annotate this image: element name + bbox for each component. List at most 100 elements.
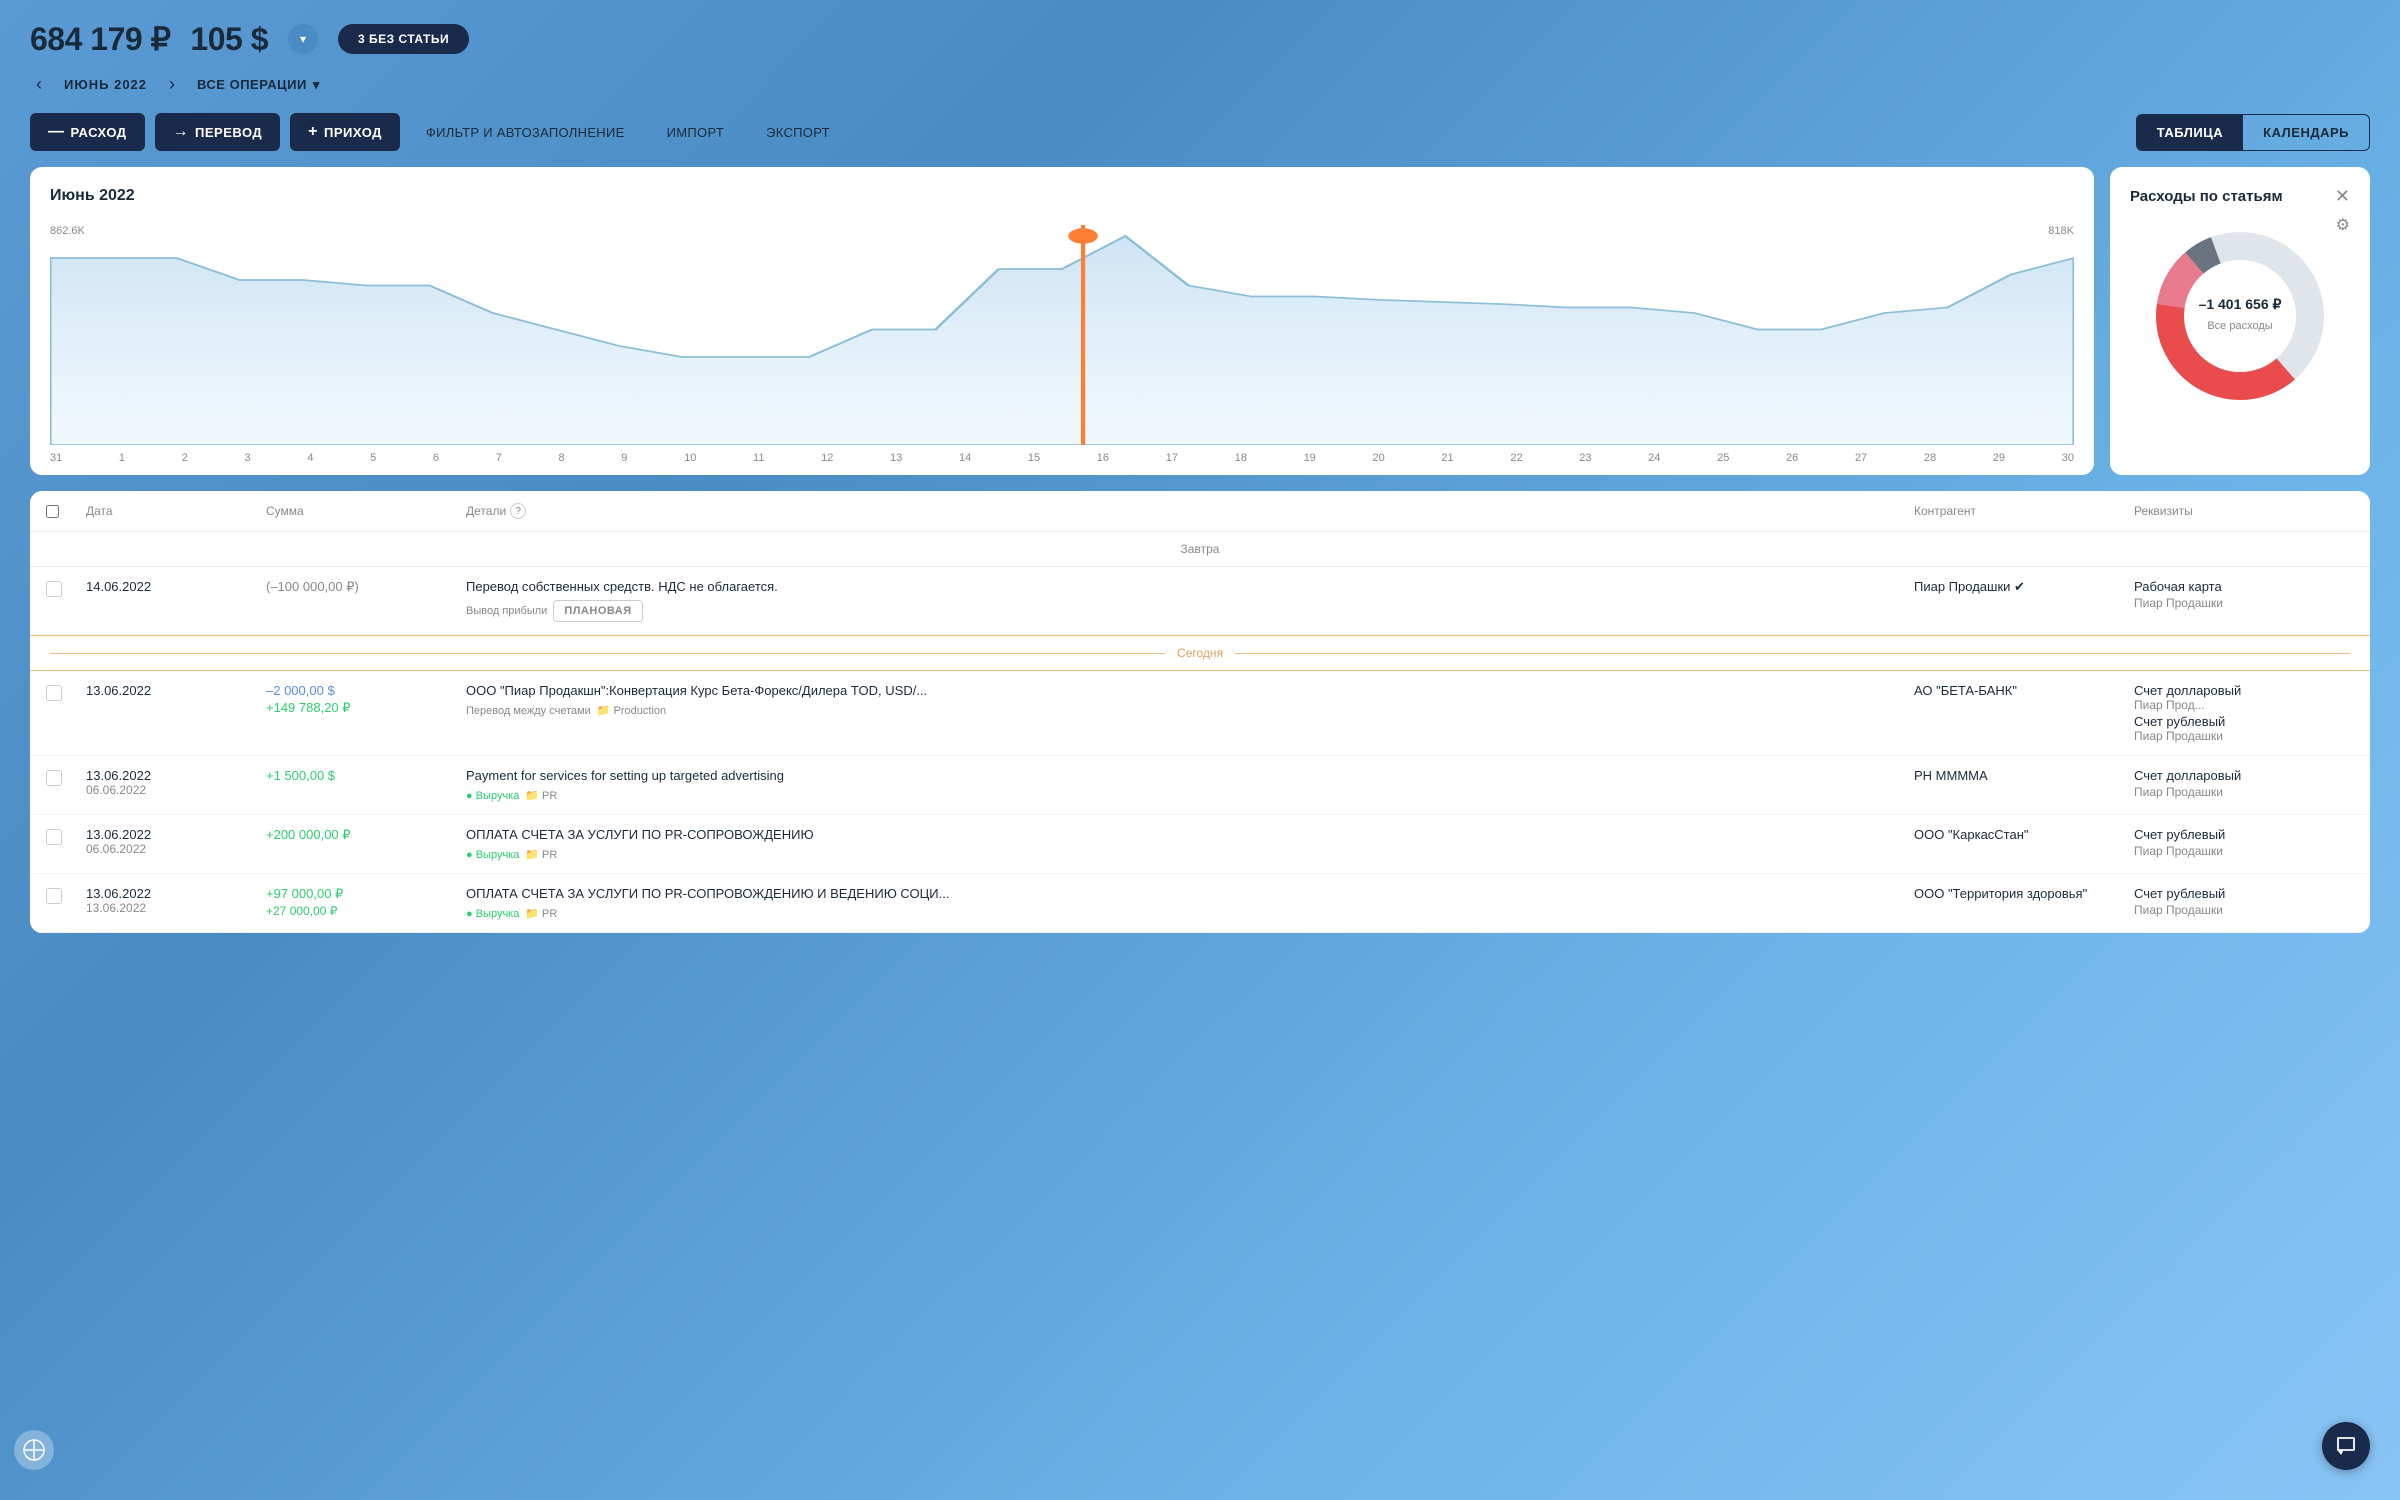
donut-panel: Расходы по статьям ✕ ⚙ –1 401 656 ₽ Все … [2110,167,2370,475]
chart-title: Июнь 2022 [50,187,2074,205]
donut-title: Расходы по статьям [2130,188,2283,205]
balance-usd: 105 $ [190,21,268,58]
row-date: 13.06.2022 13.06.2022 [86,886,266,915]
balance-dropdown-btn[interactable]: ▾ [288,24,318,54]
table-row: 13.06.2022 13.06.2022 +97 000,00 ₽ +27 0… [30,874,2370,933]
header-counterparty: Контрагент [1914,503,2134,519]
header-date: Дата [86,503,266,519]
row-checkbox[interactable] [46,886,86,904]
header-top: 684 179 ₽ 105 $ ▾ 3 БЕЗ СТАТЬИ [30,20,2370,58]
row-amount: +97 000,00 ₽ +27 000,00 ₽ [266,886,466,918]
row-amount: +1 500,00 $ [266,768,466,783]
folder-icon: 📁 [525,789,539,802]
prev-month-btn[interactable]: ‹ [30,72,48,97]
header-checkbox[interactable] [46,503,86,519]
chart-x-labels: 31 1 2 3 4 5 6 7 8 9 10 11 12 13 14 15 1… [50,448,2074,468]
row-amount: –2 000,00 $ +149 788,20 ₽ [266,683,466,716]
toolbar: — РАСХОД → ПЕРЕВОД + ПРИХОД ФИЛЬТР И АВТ… [30,113,2370,151]
today-separator: Сегодня [30,635,2370,671]
row-requisites: Счет рублевый Пиар Продашки [2134,827,2354,858]
svg-text:–1 401 656 ₽: –1 401 656 ₽ [2199,296,2282,312]
row-amount: +200 000,00 ₽ [266,827,466,843]
row-counterparty: АО "БЕТА-БАНК" [1914,683,2134,698]
chart-y-left: 862.6K [50,225,85,237]
arrow-right-icon: → [173,123,190,141]
donut-close-btn[interactable]: ✕ [2335,187,2350,205]
chart-svg [50,225,2074,445]
row-details: ООО "Пиар Продакшн":Конвертация Курс Бет… [466,683,1914,717]
row-checkbox[interactable] [46,683,86,701]
transfer-button[interactable]: → ПЕРЕВОД [155,113,281,151]
table-row: 14.06.2022 (–100 000,00 ₽) Перевод собст… [30,567,2370,635]
expense-button[interactable]: — РАСХОД [30,113,145,151]
folder-icon: 📁 [525,848,539,861]
grid-icon [23,1439,45,1461]
row-requisites: Счет рублевый Пиар Продашки [2134,886,2354,917]
donut-header: Расходы по статьям ✕ [2130,187,2350,205]
row-counterparty: ООО "КаркасСтан" [1914,827,2134,842]
plus-icon: + [308,123,318,141]
table-row: 13.06.2022 06.06.2022 +1 500,00 $ Paymen… [30,756,2370,815]
row-details: Перевод собственных средств. НДС не обла… [466,579,1914,622]
chart-panel: Июнь 2022 862.6K 818K 31 [30,167,2094,475]
donut-gear-btn[interactable]: ⚙ [2336,215,2350,235]
view-toggle: ТАБЛИЦА КАЛЕНДАРЬ [2136,114,2370,151]
row-checkbox[interactable] [46,768,86,786]
table-row: 13.06.2022 –2 000,00 $ +149 788,20 ₽ ООО… [30,671,2370,756]
section-tomorrow: Завтра [30,532,2370,567]
donut-chart: –1 401 656 ₽ Все расходы [2145,221,2335,411]
table-header: Дата Сумма Детали ? Контрагент Реквизиты [30,491,2370,532]
details-info-icon[interactable]: ? [510,503,526,519]
folder-icon: 📁 [525,907,539,920]
row-amount: (–100 000,00 ₽) [266,579,466,595]
header-nav: ‹ ИЮНЬ 2022 › ВСЕ ОПЕРАЦИИ ▾ [30,72,2370,97]
row-counterparty: ООО "Территория здоровья" [1914,886,2134,901]
row-details: Payment for services for setting up targ… [466,768,1914,802]
folder-tag: 📁 Production [597,704,666,717]
row-date: 13.06.2022 06.06.2022 [86,827,266,856]
all-ops-btn[interactable]: ВСЕ ОПЕРАЦИИ ▾ [197,77,320,93]
row-date: 13.06.2022 [86,683,266,698]
minus-icon: — [48,123,65,141]
header-details: Детали ? [466,503,1914,519]
row-requisites: Счет долларовый Пиар Продашки [2134,768,2354,799]
month-label: ИЮНЬ 2022 [64,77,147,92]
row-details: ОПЛАТА СЧЕТА ЗА УСЛУГИ ПО PR-СОПРОВОЖДЕН… [466,827,1914,861]
folder-tag: 📁 PR [525,789,557,802]
header-amount: Сумма [266,503,466,519]
donut-wrapper: –1 401 656 ₽ Все расходы [2130,221,2350,411]
row-requisites: Рабочая карта Пиар Продашки [2134,579,2354,610]
calendar-view-btn[interactable]: КАЛЕНДАРЬ [2243,115,2369,150]
chat-icon [2334,1434,2358,1458]
row-requisites: Счет долларовый Пиар Прод... Счет рублев… [2134,683,2354,743]
row-date: 14.06.2022 [86,579,266,594]
table-view-btn[interactable]: ТАБЛИЦА [2137,115,2243,150]
header-requisites: Реквизиты [2134,503,2354,519]
folder-tag: 📁 PR [525,848,557,861]
planned-badge: ПЛАНОВАЯ [553,600,642,622]
chevron-down-icon: ▾ [313,77,320,93]
next-month-btn[interactable]: › [163,72,181,97]
row-checkbox[interactable] [46,579,86,597]
income-button[interactable]: + ПРИХОД [290,113,400,151]
chart-y-right: 818K [2048,225,2074,237]
row-details: ОПЛАТА СЧЕТА ЗА УСЛУГИ ПО PR-СОПРОВОЖДЕН… [466,886,1914,920]
folder-tag: 📁 PR [525,907,557,920]
balance-rub: 684 179 ₽ [30,20,170,58]
no-article-button[interactable]: 3 БЕЗ СТАТЬИ [338,24,469,54]
row-counterparty: РН ММММА [1914,768,2134,783]
chat-button[interactable] [2322,1422,2370,1470]
import-button[interactable]: ИМПОРТ [651,115,740,150]
svg-text:Все расходы: Все расходы [2207,320,2272,332]
table-row: 13.06.2022 06.06.2022 +200 000,00 ₽ ОПЛА… [30,815,2370,874]
export-button[interactable]: ЭКСПОРТ [750,115,846,150]
sidebar-icon-btn[interactable] [14,1430,54,1470]
filter-button[interactable]: ФИЛЬТР И АВТОЗАПОЛНЕНИЕ [410,115,641,150]
folder-icon: 📁 [597,704,611,717]
table-panel: Дата Сумма Детали ? Контрагент Реквизиты… [30,491,2370,933]
row-checkbox[interactable] [46,827,86,845]
main-content: Июнь 2022 862.6K 818K 31 [30,167,2370,475]
row-counterparty: Пиар Продашки ✔ [1914,579,2134,595]
chart-container: 862.6K 818K 31 1 2 [50,215,2074,455]
row-date: 13.06.2022 06.06.2022 [86,768,266,797]
